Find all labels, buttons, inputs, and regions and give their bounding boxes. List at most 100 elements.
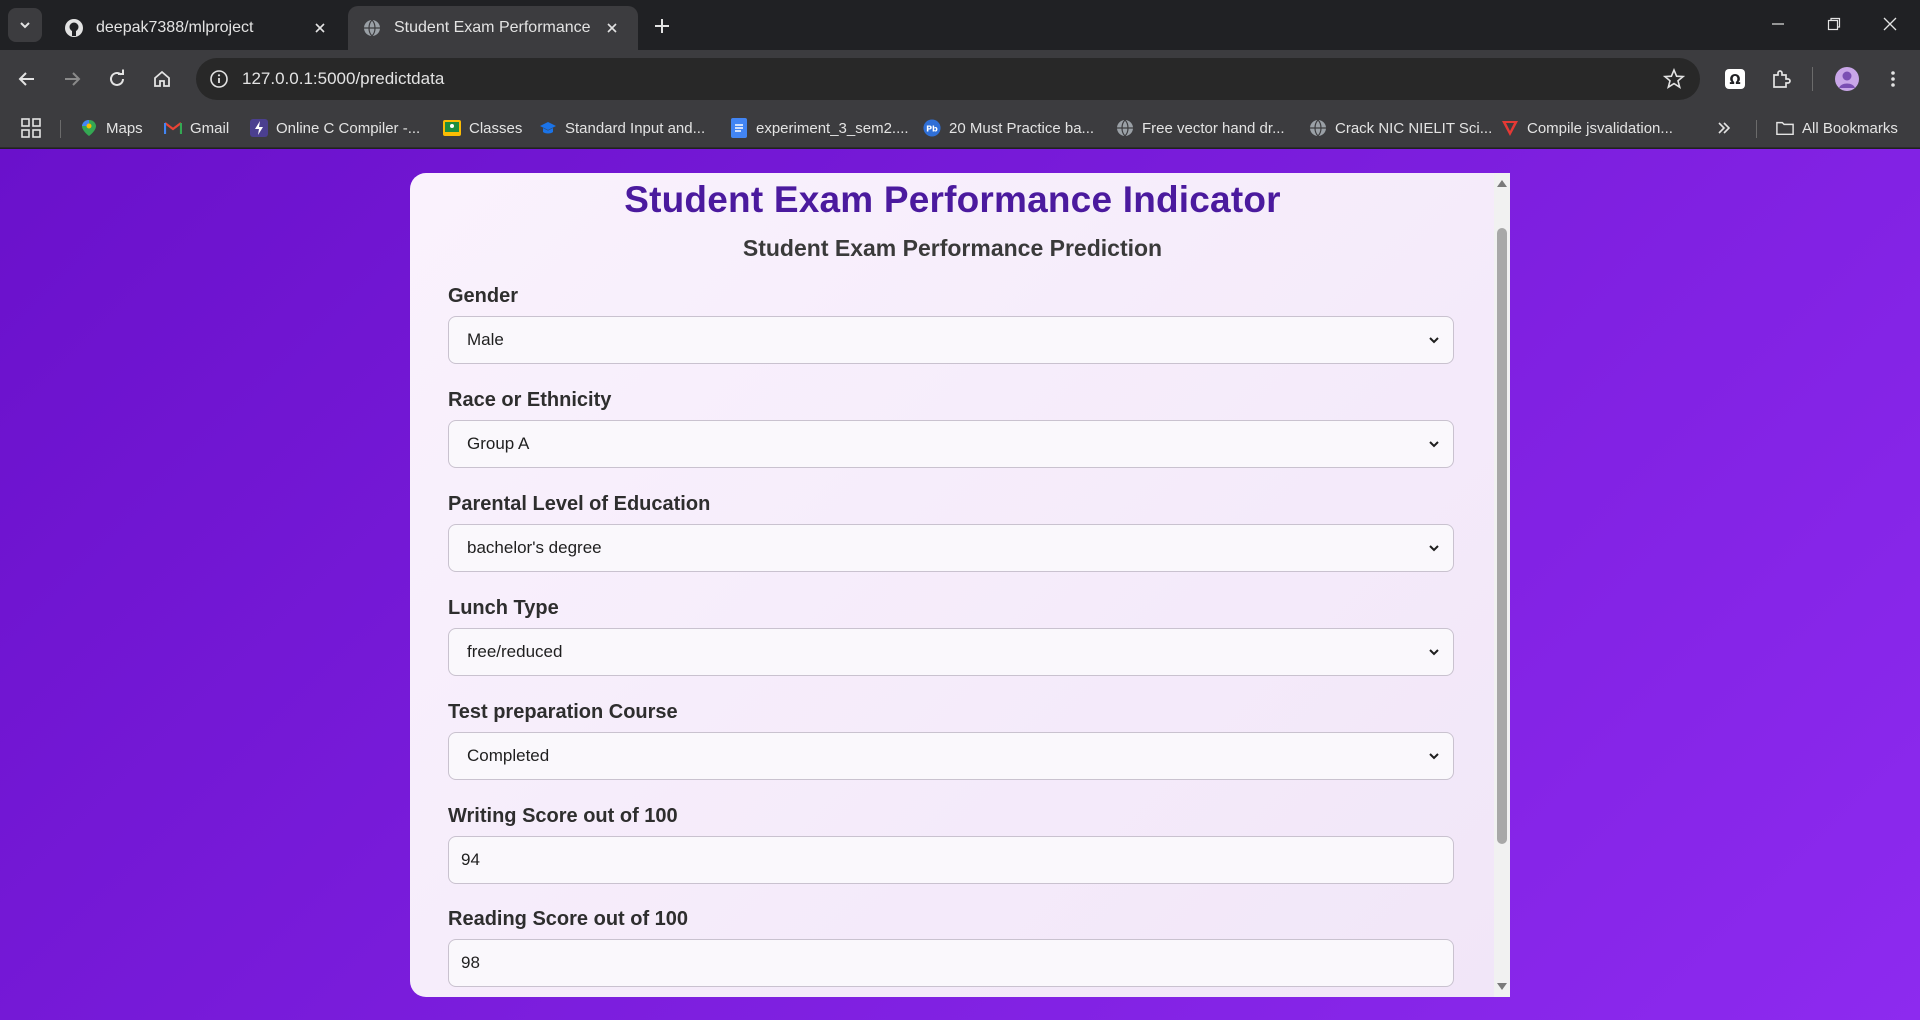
address-bar[interactable]: 127.0.0.1:5000/predictdata bbox=[196, 58, 1700, 100]
bookmark-free-vector[interactable]: Free vector hand dr... bbox=[1116, 116, 1285, 140]
avatar-icon bbox=[1835, 67, 1859, 91]
bookmark-compile-jsvalidation[interactable]: Compile jsvalidation... bbox=[1501, 116, 1673, 140]
bookmark-maps[interactable]: Maps bbox=[80, 116, 143, 140]
svg-text:Pb: Pb bbox=[926, 124, 938, 134]
tab-title: Student Exam Performance bbox=[394, 19, 591, 36]
bookmarks-bar: Maps Gmail Online C Compiler -... Classe… bbox=[0, 108, 1920, 148]
tab-github[interactable]: deepak7388/mlproject bbox=[50, 6, 346, 50]
race-ethnicity-select[interactable]: Group A bbox=[448, 420, 1454, 468]
scroll-down-arrow-icon[interactable] bbox=[1496, 981, 1508, 993]
bookmark-label: Gmail bbox=[190, 119, 230, 137]
tab-student-exam[interactable]: Student Exam Performance bbox=[348, 6, 638, 50]
chevron-down-icon bbox=[1425, 539, 1443, 557]
test-prep-value: Completed bbox=[467, 746, 550, 765]
parental-education-value: bachelor's degree bbox=[467, 538, 602, 557]
maps-pin-icon bbox=[80, 119, 98, 137]
globe-icon bbox=[1116, 119, 1134, 137]
forward-arrow-icon bbox=[65, 72, 81, 86]
bookmark-label: Standard Input and... bbox=[565, 119, 706, 137]
parental-education-select[interactable]: bachelor's degree bbox=[448, 524, 1454, 572]
bookmark-online-c-compiler[interactable]: Online C Compiler -... bbox=[250, 116, 420, 140]
race-ethnicity-label: Race or Ethnicity bbox=[448, 389, 612, 411]
reload-icon bbox=[110, 69, 124, 86]
svg-text:Ω: Ω bbox=[1729, 73, 1740, 88]
page-title: Student Exam Performance Indicator bbox=[624, 179, 1281, 220]
plus-icon bbox=[655, 19, 669, 33]
github-icon bbox=[64, 18, 84, 38]
bookmark-crack-nic[interactable]: Crack NIC NIELIT Sci... bbox=[1309, 116, 1492, 140]
site-info-icon[interactable] bbox=[206, 66, 232, 92]
reading-score-label: Reading Score out of 100 bbox=[448, 908, 689, 930]
writing-score-value: 94 bbox=[461, 850, 480, 869]
bookmark-star-icon[interactable] bbox=[1662, 67, 1686, 91]
apps-button[interactable] bbox=[21, 116, 41, 140]
bookmark-gmail[interactable]: Gmail bbox=[164, 116, 229, 140]
home-icon bbox=[154, 70, 170, 87]
bookmark-classes[interactable]: Classes bbox=[443, 116, 522, 140]
back-arrow-icon bbox=[18, 72, 34, 86]
extensions-button[interactable] bbox=[1764, 62, 1798, 96]
chrome-menu-button[interactable] bbox=[1876, 62, 1910, 96]
lunch-type-value: free/reduced bbox=[467, 642, 563, 661]
reading-score-value: 98 bbox=[461, 953, 480, 972]
forward-button[interactable] bbox=[55, 62, 89, 96]
tab-strip: deepak7388/mlproject Student Exam Perfor… bbox=[0, 0, 1920, 50]
close-window-button[interactable] bbox=[1862, 0, 1918, 48]
bookmark-label: Online C Compiler -... bbox=[276, 119, 421, 137]
minimize-button[interactable] bbox=[1750, 0, 1806, 48]
all-bookmarks-button[interactable]: All Bookmarks bbox=[1776, 116, 1898, 140]
toolbar-divider bbox=[1812, 67, 1813, 91]
pb-icon: Pb bbox=[923, 119, 941, 137]
tab-search-button[interactable] bbox=[8, 8, 42, 42]
lunch-type-label: Lunch Type bbox=[448, 597, 559, 619]
browser-toolbar: 127.0.0.1:5000/predictdata Ω bbox=[0, 50, 1920, 108]
reading-score-input[interactable]: 98 bbox=[448, 939, 1454, 987]
form-subtitle: Student Exam Performance Prediction bbox=[742, 235, 1163, 261]
bookmark-label: Crack NIC NIELIT Sci... bbox=[1335, 119, 1493, 137]
chevron-down-icon bbox=[1425, 435, 1443, 453]
scrollbar-thumb[interactable] bbox=[1497, 228, 1507, 844]
close-icon[interactable] bbox=[600, 16, 624, 40]
bookmark-standard-input[interactable]: Standard Input and... bbox=[539, 116, 705, 140]
apps-grid-icon bbox=[21, 118, 41, 138]
tab-title: deepak7388/mlproject bbox=[96, 19, 254, 36]
writing-score-input[interactable]: 94 bbox=[448, 836, 1454, 884]
chevron-down-icon bbox=[20, 22, 30, 29]
more-bookmarks-button[interactable] bbox=[1716, 116, 1732, 140]
close-icon bbox=[1883, 17, 1897, 31]
race-ethnicity-value: Group A bbox=[467, 434, 530, 453]
url-text[interactable]: 127.0.0.1:5000/predictdata bbox=[242, 69, 444, 89]
lunch-type-select[interactable]: free/reduced bbox=[448, 628, 1454, 676]
bookmark-label: Free vector hand dr... bbox=[1142, 119, 1285, 137]
gender-select[interactable]: Male bbox=[448, 316, 1454, 364]
back-button[interactable] bbox=[10, 62, 44, 96]
restore-button[interactable] bbox=[1806, 0, 1862, 48]
prediction-form-card: Student Exam Performance Indicator Stude… bbox=[410, 173, 1510, 997]
extension-omega-button[interactable]: Ω bbox=[1718, 62, 1752, 96]
globe-icon bbox=[362, 18, 382, 38]
puzzle-icon bbox=[1773, 70, 1791, 88]
gender-value: Male bbox=[467, 330, 504, 349]
home-button[interactable] bbox=[145, 62, 179, 96]
bookmark-label: 20 Must Practice ba... bbox=[949, 119, 1095, 137]
parental-education-label: Parental Level of Education bbox=[448, 493, 711, 515]
bookmarks-divider bbox=[1756, 120, 1757, 138]
scroll-up-arrow-icon[interactable] bbox=[1496, 177, 1508, 189]
page-viewport: Student Exam Performance Indicator Stude… bbox=[0, 149, 1920, 1020]
bookmark-20-must-practice[interactable]: Pb 20 Must Practice ba... bbox=[923, 116, 1094, 140]
globe-icon bbox=[1309, 119, 1327, 137]
gender-label: Gender bbox=[448, 285, 519, 307]
vertical-scrollbar[interactable] bbox=[1494, 173, 1510, 997]
reload-button[interactable] bbox=[100, 62, 134, 96]
double-chevron-right-icon bbox=[1718, 122, 1731, 134]
gmail-icon bbox=[164, 119, 182, 137]
profile-avatar[interactable] bbox=[1830, 62, 1864, 96]
omega-extension-icon: Ω bbox=[1725, 69, 1745, 89]
bookmark-experiment[interactable]: experiment_3_sem2.... bbox=[730, 116, 909, 140]
red-v-icon bbox=[1501, 119, 1519, 137]
writing-score-label: Writing Score out of 100 bbox=[448, 805, 678, 827]
new-tab-button[interactable] bbox=[648, 12, 676, 40]
classroom-icon bbox=[443, 119, 461, 137]
test-prep-select[interactable]: Completed bbox=[448, 732, 1454, 780]
close-icon[interactable] bbox=[308, 16, 332, 40]
